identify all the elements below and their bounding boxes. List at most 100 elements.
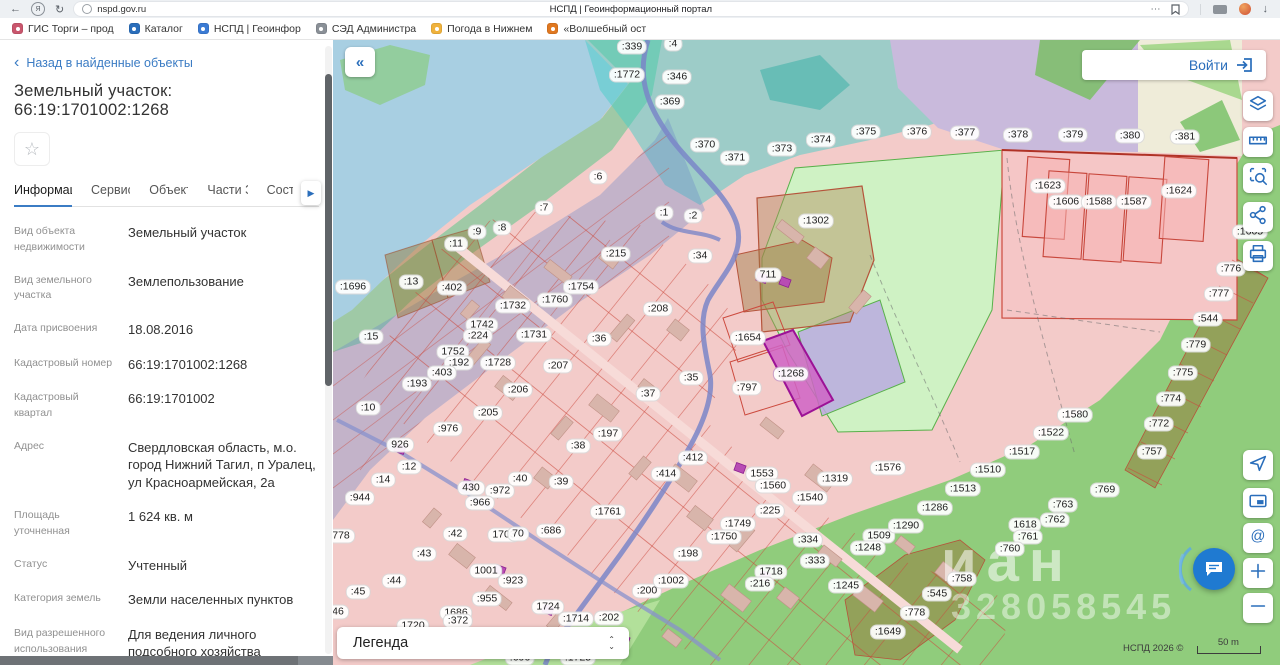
parcel-label[interactable]: 46: [333, 605, 349, 620]
parcel-label[interactable]: :1696: [335, 280, 371, 295]
parcel-label[interactable]: :15: [359, 330, 384, 345]
sidebar-panel-icon[interactable]: [1213, 5, 1227, 14]
tab-информация[interactable]: Информация: [14, 176, 72, 207]
parcel-label[interactable]: :40: [508, 472, 533, 487]
parcel-label[interactable]: :955: [472, 592, 502, 607]
parcel-label[interactable]: :373: [767, 142, 797, 157]
chat-button[interactable]: [1193, 548, 1235, 590]
back-icon[interactable]: ←: [10, 3, 21, 15]
parcel-label[interactable]: 711: [755, 268, 782, 283]
parcel-label[interactable]: :1580: [1057, 408, 1093, 423]
parcel-label[interactable]: :544: [1193, 312, 1223, 327]
parcel-label[interactable]: :202: [594, 611, 624, 626]
parcel-label[interactable]: :763: [1048, 498, 1078, 513]
cadastral-map[interactable]: « Войти иан 328058545 Легенда ⌃⌄ НСПД 20…: [333, 40, 1280, 665]
parcel-label[interactable]: :1248: [850, 541, 886, 556]
parcel-label[interactable]: :1588: [1081, 195, 1117, 210]
parcel-label[interactable]: :38: [566, 439, 591, 454]
parcel-label[interactable]: :35: [679, 371, 704, 386]
parcel-label[interactable]: :966: [465, 496, 495, 511]
parcel-label[interactable]: :378: [1003, 128, 1033, 143]
more-icon[interactable]: ⋯: [1151, 4, 1161, 15]
parcel-label[interactable]: :9: [468, 225, 487, 240]
parcel-label[interactable]: :36: [587, 332, 612, 347]
parcel-label[interactable]: :1649: [870, 625, 906, 640]
parcel-label[interactable]: :371: [720, 151, 750, 166]
panel-scrollbar[interactable]: [325, 46, 332, 654]
downloads-icon[interactable]: ↓: [1263, 3, 1269, 15]
parcel-label[interactable]: :8: [493, 221, 512, 236]
login-button[interactable]: Войти: [1082, 50, 1266, 80]
parcel-label[interactable]: :1760: [537, 293, 573, 308]
panel-bottom-scrollbar[interactable]: [0, 656, 333, 665]
parcel-label[interactable]: :334: [793, 533, 823, 548]
parcel-label[interactable]: :1761: [590, 505, 626, 520]
parcel-label[interactable]: :1654: [730, 331, 766, 346]
share-button[interactable]: [1243, 202, 1273, 232]
parcel-label[interactable]: :369: [655, 95, 685, 110]
zoom-out-button[interactable]: [1243, 593, 1273, 623]
parcel-label[interactable]: :7: [535, 201, 554, 216]
parcel-label[interactable]: :37: [636, 387, 661, 402]
parcel-label[interactable]: :797: [732, 381, 762, 396]
tabs-scroll-right-button[interactable]: ▶: [301, 181, 321, 205]
tab-объекты[interactable]: Объекты: [149, 176, 188, 206]
parcel-label[interactable]: :1510: [970, 463, 1006, 478]
parcel-label[interactable]: :1750: [706, 530, 742, 545]
parcel-label[interactable]: :333: [800, 554, 830, 569]
parcel-label[interactable]: :686: [536, 524, 566, 539]
parcel-label[interactable]: :12: [397, 460, 422, 475]
parcel-label[interactable]: :778: [900, 606, 930, 621]
parcel-label[interactable]: :1290: [888, 519, 924, 534]
parcel-label[interactable]: :225: [755, 504, 785, 519]
locate-button[interactable]: [1243, 450, 1273, 480]
parcel-label[interactable]: :11: [444, 237, 468, 252]
parcel-label[interactable]: :206: [503, 383, 533, 398]
parcel-label[interactable]: 430: [457, 481, 485, 496]
parcel-label[interactable]: :1576: [870, 461, 906, 476]
parcel-label[interactable]: :44: [382, 574, 407, 589]
parcel-label[interactable]: :772: [1144, 417, 1174, 432]
bookmark-item[interactable]: Погода в Нижнем: [431, 23, 532, 35]
parcel-label[interactable]: 926: [386, 438, 414, 453]
legend-bar[interactable]: Легенда ⌃⌄: [337, 627, 629, 659]
bookmark-icon[interactable]: [1171, 4, 1180, 15]
parcel-label[interactable]: :1522: [1033, 426, 1069, 441]
parcel-label[interactable]: :375: [851, 125, 881, 140]
panel-scrollbar-thumb[interactable]: [325, 74, 332, 386]
parcel-label[interactable]: :1286: [917, 501, 953, 516]
parcel-label[interactable]: :757: [1137, 445, 1167, 460]
parcel-label[interactable]: :776: [1216, 262, 1246, 277]
parcel-label[interactable]: :379: [1058, 128, 1088, 143]
parcel-label[interactable]: :1587: [1116, 195, 1152, 210]
parcel-label[interactable]: :1732: [495, 299, 531, 314]
parcel-label[interactable]: :923: [498, 574, 528, 589]
parcel-label[interactable]: :944: [345, 491, 375, 506]
parcel-label[interactable]: 778: [333, 529, 355, 544]
parcel-label[interactable]: :775: [1168, 366, 1198, 381]
parcel-label[interactable]: :769: [1090, 483, 1120, 498]
parcel-label[interactable]: :4: [664, 40, 683, 52]
parcel-label[interactable]: :545: [922, 587, 952, 602]
parcel-label[interactable]: :1002: [653, 574, 689, 589]
print-button[interactable]: [1243, 241, 1273, 271]
favorite-button[interactable]: ☆: [14, 132, 50, 166]
parcel-label[interactable]: :10: [356, 401, 381, 416]
bookmark-item[interactable]: Каталог: [129, 23, 183, 35]
parcel-label[interactable]: :43: [412, 547, 437, 562]
parcel-label[interactable]: :403: [427, 366, 457, 381]
parcel-label[interactable]: :777: [1204, 287, 1234, 302]
profile-avatar[interactable]: [1239, 3, 1251, 15]
parcel-label[interactable]: :380: [1115, 129, 1145, 144]
parcel-label[interactable]: :1772: [609, 68, 645, 83]
parcel-label[interactable]: :412: [678, 451, 708, 466]
parcel-label[interactable]: :1606: [1048, 195, 1084, 210]
parcel-label[interactable]: :205: [473, 406, 503, 421]
collapse-panel-button[interactable]: «: [345, 47, 375, 77]
parcel-label[interactable]: :1714: [558, 612, 594, 627]
bookmark-item[interactable]: «Волшебный ост: [547, 23, 646, 35]
parcel-label[interactable]: :346: [662, 70, 692, 85]
legend-toggle-icon[interactable]: ⌃⌄: [608, 636, 629, 650]
parcel-label[interactable]: :376: [902, 125, 932, 140]
bookmark-item[interactable]: ГИС Торги – прод: [12, 23, 114, 35]
